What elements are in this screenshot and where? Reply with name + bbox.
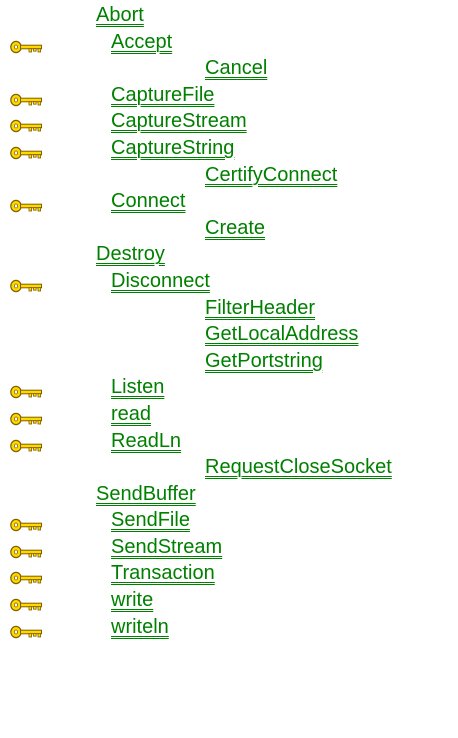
method-row: Connect: [0, 188, 458, 215]
method-row: FilterHeader: [0, 295, 458, 322]
key-icon: [10, 114, 44, 133]
method-row: Abort: [0, 2, 458, 29]
method-row: Transaction: [0, 560, 458, 587]
method-link[interactable]: Destroy: [96, 241, 165, 268]
method-link[interactable]: CaptureStream: [111, 108, 247, 135]
method-link[interactable]: Accept: [111, 29, 172, 56]
method-link[interactable]: Connect: [111, 188, 186, 215]
key-icon: [10, 88, 44, 106]
method-row: CaptureFile: [0, 82, 458, 109]
method-row: GetLocalAddress: [0, 321, 458, 348]
method-row: CaptureStream: [0, 108, 458, 135]
method-row: Create: [0, 215, 458, 242]
method-link[interactable]: Create: [205, 215, 265, 242]
method-row: SendStream: [0, 534, 458, 561]
key-icon: [10, 35, 44, 53]
key-icon: [10, 513, 44, 532]
method-row: Cancel: [0, 55, 458, 82]
method-row: CaptureString: [0, 135, 458, 162]
method-link[interactable]: GetPortstring: [205, 348, 323, 375]
method-row: write: [0, 587, 458, 614]
method-link[interactable]: write: [111, 587, 153, 614]
key-icon: [10, 434, 44, 452]
method-link[interactable]: Cancel: [205, 55, 267, 82]
method-row: Disconnect: [0, 268, 458, 295]
method-link[interactable]: read: [111, 401, 151, 428]
method-row: SendFile: [0, 507, 458, 534]
method-link[interactable]: Disconnect: [111, 268, 210, 295]
key-icon: [10, 141, 44, 160]
key-icon: [10, 194, 44, 213]
method-row: GetPortstring: [0, 348, 458, 375]
method-link[interactable]: Transaction: [111, 560, 215, 587]
key-icon: [10, 380, 44, 399]
method-row: CertifyConnect: [0, 162, 458, 189]
key-icon: [10, 620, 44, 638]
method-row: SendBuffer: [0, 481, 458, 508]
method-list: Abort Accept Cancel CaptureFile CaptureStrea…: [0, 2, 458, 640]
method-link[interactable]: SendFile: [111, 507, 190, 534]
method-row: read: [0, 401, 458, 428]
method-row: writeln: [0, 614, 458, 641]
method-link[interactable]: SendStream: [111, 534, 222, 561]
key-icon: [10, 566, 44, 585]
key-icon: [10, 407, 44, 426]
method-link[interactable]: FilterHeader: [205, 295, 315, 322]
method-link[interactable]: ReadLn: [111, 428, 181, 455]
method-link[interactable]: writeln: [111, 614, 169, 641]
method-link[interactable]: CertifyConnect: [205, 162, 337, 189]
method-link[interactable]: GetLocalAddress: [205, 321, 358, 348]
method-row: Accept: [0, 29, 458, 56]
method-link[interactable]: Listen: [111, 374, 164, 401]
method-link[interactable]: Abort: [96, 2, 144, 29]
key-icon: [10, 593, 44, 612]
method-link[interactable]: CaptureString: [111, 135, 234, 162]
key-icon: [10, 540, 44, 559]
method-link[interactable]: SendBuffer: [96, 481, 196, 508]
method-row: RequestCloseSocket: [0, 454, 458, 481]
method-row: Listen: [0, 374, 458, 401]
method-link[interactable]: CaptureFile: [111, 82, 214, 109]
method-row: ReadLn: [0, 428, 458, 455]
key-icon: [10, 274, 44, 293]
method-row: Destroy: [0, 241, 458, 268]
method-link[interactable]: RequestCloseSocket: [205, 454, 392, 481]
